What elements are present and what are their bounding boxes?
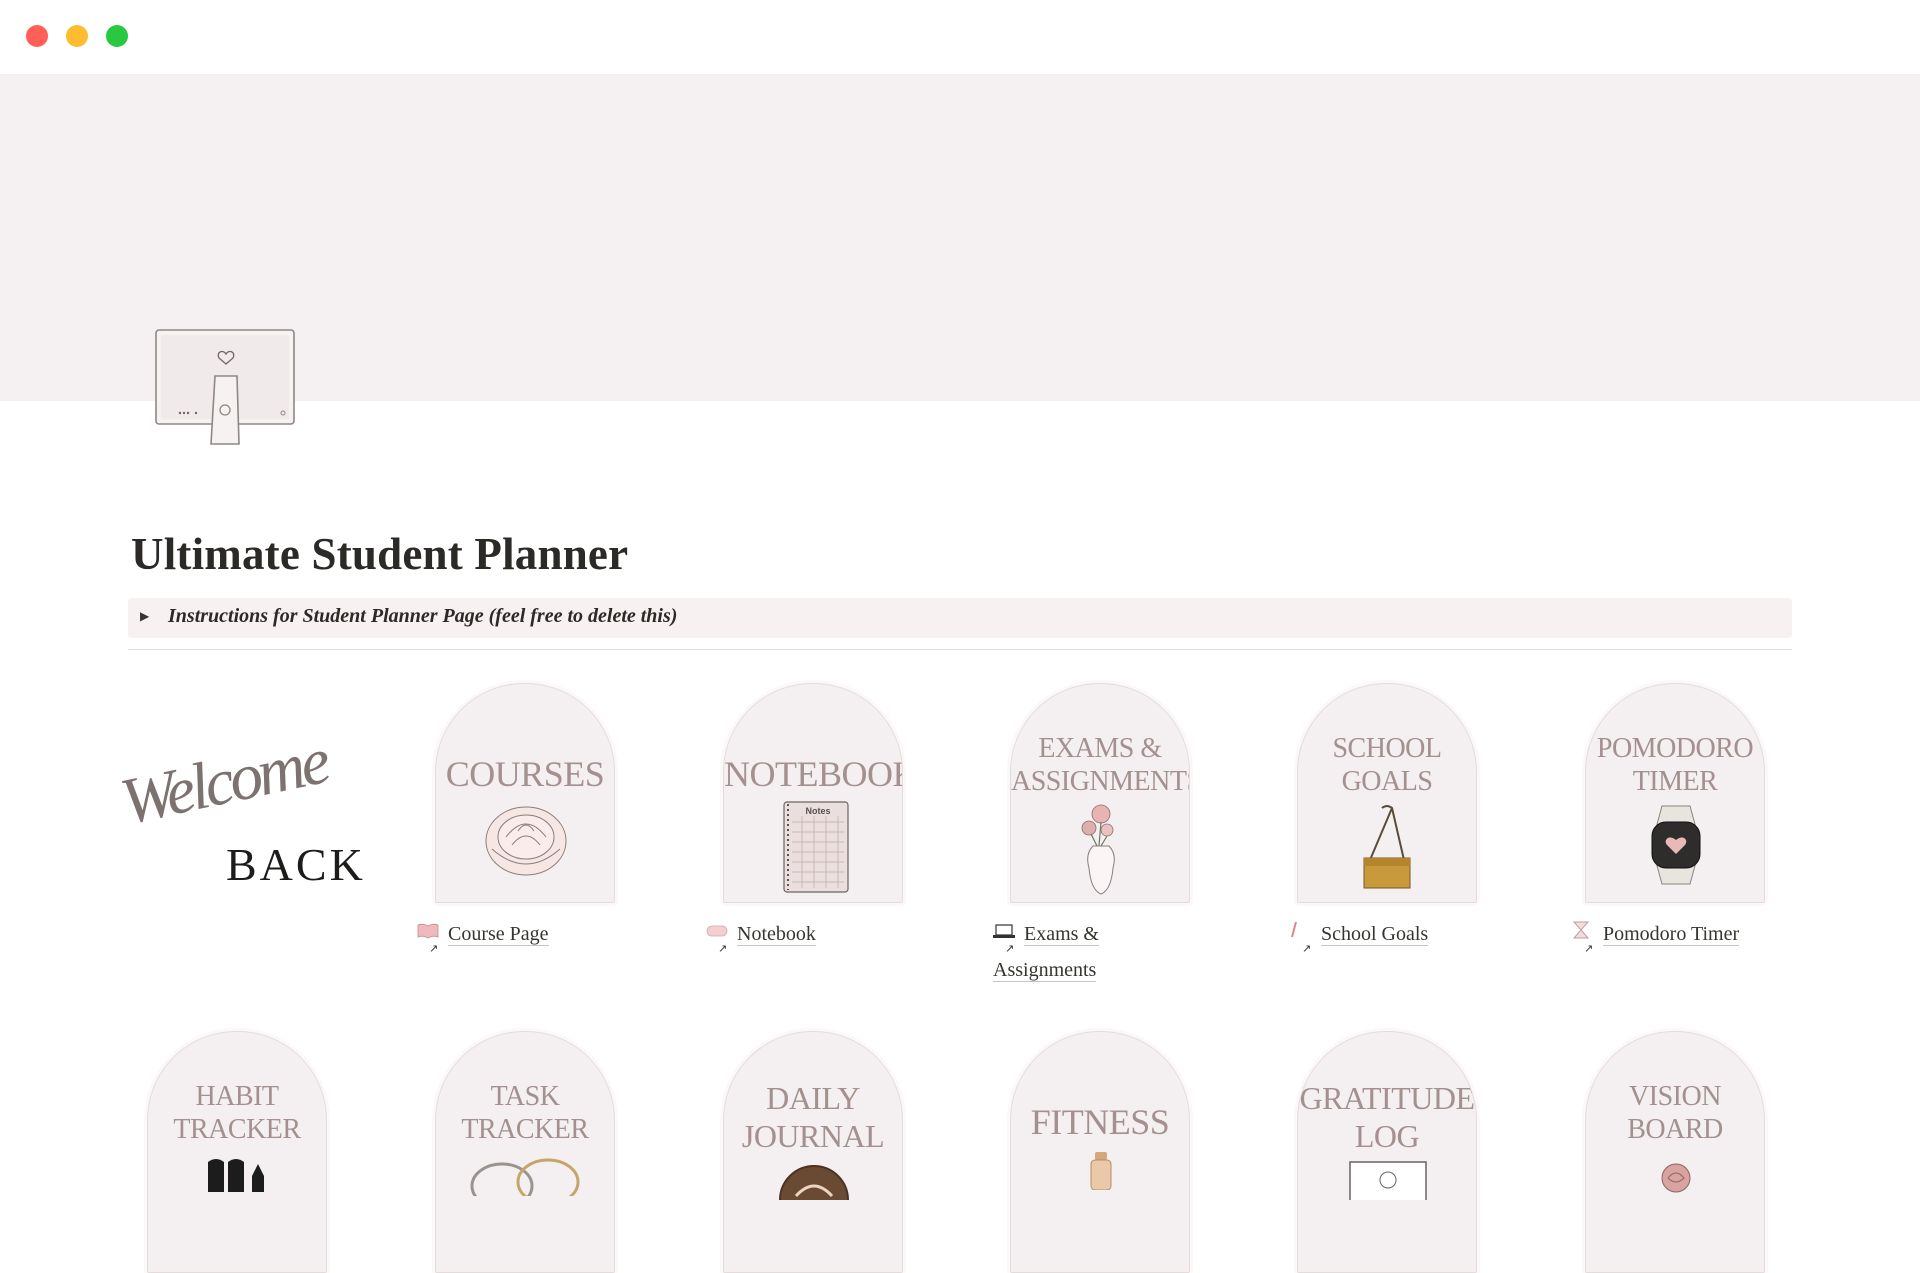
- card-label-line1: POMODORO: [1596, 733, 1754, 764]
- minimize-window-button[interactable]: [66, 25, 88, 47]
- smartwatch-icon: [1651, 805, 1701, 885]
- instructions-toggle[interactable]: ▶ Instructions for Student Planner Page …: [128, 598, 1792, 638]
- coffee-icon: [779, 1165, 849, 1200]
- card-label-line2: TRACKER: [173, 1114, 301, 1145]
- peony-icon: [485, 806, 567, 876]
- link-arrow-icon: ↗: [1584, 942, 1594, 955]
- laptop-icon: ↗: [993, 921, 1015, 955]
- flower-vase-icon: [1081, 804, 1115, 895]
- notebook-cover-text: Notes: [805, 806, 830, 816]
- hourglass-icon: ↗: [1572, 921, 1594, 955]
- pomodoro-timer-link-text: Pomodoro Timer: [1603, 923, 1740, 946]
- exams-assignments-card[interactable]: EXAMS & ASSIGNMENTS: [1010, 683, 1190, 903]
- shoes-icon: [208, 1159, 264, 1192]
- card-label-line2: TIMER: [1632, 766, 1718, 797]
- card-label-line1: EXAMS &: [1038, 733, 1162, 764]
- daily-journal-card[interactable]: DAILY JOURNAL: [723, 1031, 903, 1273]
- toggle-triangle-icon[interactable]: ▶: [140, 609, 149, 623]
- binder-clip-icon: [1363, 805, 1411, 889]
- maximize-window-button[interactable]: [106, 25, 128, 47]
- card-label-line2: GOALS: [1341, 766, 1433, 797]
- card-label-line1: DAILY: [766, 1080, 860, 1116]
- card-label: FITNESS: [1030, 1102, 1170, 1142]
- imac-heart-icon[interactable]: [155, 328, 297, 448]
- divider: [128, 649, 1792, 650]
- link-arrow-icon: ↗: [1302, 942, 1312, 955]
- exams-assignments-link[interactable]: ↗ Exams &: [993, 916, 1099, 955]
- link-arrow-icon: ↗: [718, 942, 728, 955]
- instructions-toggle-text: Instructions for Student Planner Page (f…: [168, 605, 678, 627]
- card-label-line2: TRACKER: [461, 1114, 589, 1145]
- pencil-icon: ↗: [1290, 921, 1312, 955]
- school-goals-card[interactable]: SCHOOL GOALS: [1297, 683, 1477, 903]
- welcome-script-text: Welcome: [114, 724, 333, 840]
- notebook-link-text: Notebook: [737, 923, 816, 946]
- notebook-card[interactable]: NOTEBOOK Notes: [723, 683, 903, 903]
- card-label-line2: LOG: [1354, 1118, 1420, 1154]
- rings-icon: [470, 1158, 580, 1196]
- course-page-link-text: Course Page: [448, 923, 549, 946]
- vision-board-card[interactable]: VISION BOARD: [1585, 1031, 1765, 1273]
- courses-card[interactable]: COURSES: [435, 683, 615, 903]
- exams-assignments-link-text-line2: Assignments: [993, 959, 1097, 982]
- course-page-link[interactable]: ↗ Course Page: [417, 916, 549, 955]
- photo-frame-icon: [1349, 1161, 1427, 1200]
- card-label: COURSES: [445, 754, 605, 794]
- card-label-line2: JOURNAL: [741, 1118, 885, 1154]
- card-label-line1: SCHOOL: [1332, 733, 1442, 764]
- card-label-line1: TASK: [490, 1081, 560, 1112]
- gratitude-log-card[interactable]: GRATITUDE LOG: [1297, 1031, 1477, 1273]
- task-tracker-card[interactable]: TASK TRACKER: [435, 1031, 615, 1273]
- water-bottle-icon: [1090, 1152, 1112, 1190]
- pomodoro-timer-card[interactable]: POMODORO TIMER: [1585, 683, 1765, 903]
- habit-tracker-card[interactable]: HABIT TRACKER: [147, 1031, 327, 1273]
- book-icon: ↗: [417, 921, 439, 955]
- card-label-line2: BOARD: [1627, 1114, 1723, 1145]
- page-title[interactable]: Ultimate Student Planner: [131, 528, 628, 580]
- fitness-card[interactable]: FITNESS: [1010, 1031, 1190, 1273]
- card-label-line2: ASSIGNMENTS: [1011, 766, 1190, 797]
- card-label-line1: HABIT: [195, 1081, 279, 1112]
- card-label: NOTEBOOK: [724, 754, 903, 794]
- pomodoro-timer-link[interactable]: ↗ Pomodoro Timer: [1572, 916, 1740, 955]
- eraser-icon: ↗: [706, 921, 728, 955]
- exams-assignments-link-line2[interactable]: Assignments: [993, 952, 1097, 988]
- close-window-button[interactable]: [26, 25, 48, 47]
- card-label-line1: VISION: [1629, 1081, 1721, 1112]
- notebook-link[interactable]: ↗ Notebook: [706, 916, 816, 955]
- card-label-line1: GRATITUDE: [1299, 1080, 1475, 1116]
- school-goals-link-text: School Goals: [1321, 923, 1429, 946]
- welcome-back-text: BACK: [226, 839, 366, 890]
- rose-icon: [1661, 1163, 1691, 1193]
- notebook-icon: Notes: [783, 801, 849, 893]
- exams-assignments-link-text-line1: Exams &: [1024, 923, 1099, 946]
- window-titlebar: [0, 0, 1920, 74]
- welcome-back-graphic: Welcome BACK: [114, 724, 370, 900]
- school-goals-link[interactable]: ↗ School Goals: [1290, 916, 1429, 955]
- link-arrow-icon: ↗: [429, 942, 439, 955]
